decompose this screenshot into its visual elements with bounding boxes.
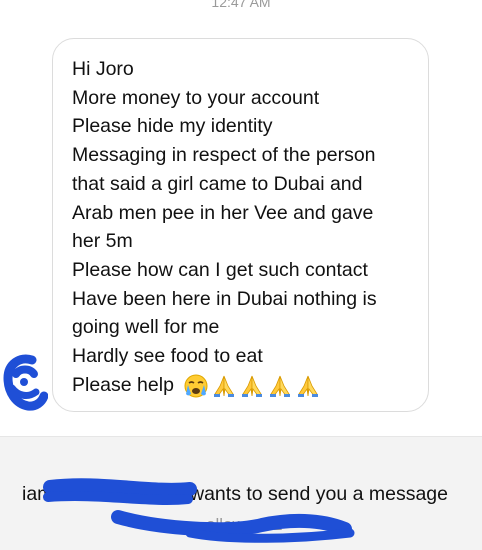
folded-hands-emoji bbox=[214, 375, 235, 397]
message-line: that said a girl came to Dubai and bbox=[72, 172, 363, 195]
sender-avatar[interactable] bbox=[2, 352, 49, 414]
crying-face-emoji bbox=[184, 374, 208, 398]
followers-count: ollowers 2 bbox=[206, 515, 283, 534]
message-line: Messaging in respect of the person bbox=[72, 144, 376, 167]
message-line: her 5m bbox=[72, 230, 133, 253]
folded-hands-emoji bbox=[298, 375, 319, 397]
please-help-text: Please help bbox=[72, 373, 174, 396]
message-line: going well for me bbox=[72, 316, 220, 339]
message-line: Hi Joro bbox=[72, 58, 134, 80]
message-line: Arab men pee in her Vee and gave bbox=[72, 201, 374, 224]
message-line: Hardly see food to eat bbox=[72, 345, 263, 368]
message-line: Have been here in Dubai nothing is bbox=[72, 287, 377, 310]
message-timestamp: 12:47 AM bbox=[211, 0, 271, 10]
message-last-line: Please help bbox=[72, 371, 414, 400]
request-text: wants to send you a message bbox=[190, 483, 448, 505]
message-request-banner[interactable]: iam wants to send you a message ollowers… bbox=[0, 436, 482, 550]
folded-hands-emoji bbox=[270, 375, 291, 397]
message-line: Please how can I get such contact bbox=[72, 258, 368, 281]
emoji-row bbox=[183, 374, 323, 398]
message-bubble[interactable]: Hi Joro More money to your account Pleas… bbox=[52, 38, 429, 412]
sender-username-prefix: iam bbox=[22, 483, 54, 505]
message-line: Please hide my identity bbox=[72, 115, 273, 138]
folded-hands-emoji bbox=[242, 375, 263, 397]
message-line: More money to your account bbox=[72, 86, 320, 109]
